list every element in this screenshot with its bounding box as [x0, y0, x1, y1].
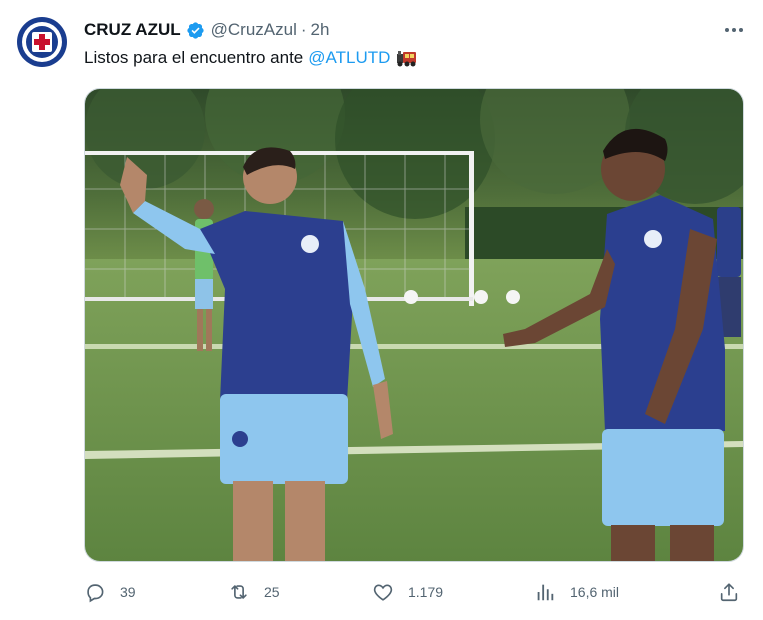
reply-button[interactable]: 39	[84, 578, 136, 606]
share-button[interactable]	[718, 578, 740, 606]
retweet-count: 25	[264, 584, 280, 600]
tweet-body-text: Listos para el encuentro ante	[84, 48, 304, 67]
tweet-card[interactable]: CRUZ AZUL @CruzAzul · 2h Listos para el …	[0, 0, 763, 620]
tweet-header: CRUZ AZUL @CruzAzul · 2h	[84, 19, 329, 41]
tweet-photo[interactable]	[84, 88, 744, 562]
like-button[interactable]: 1.179	[372, 578, 443, 606]
analytics-bar-icon	[537, 584, 554, 601]
share-icon	[720, 583, 738, 602]
views-count: 16,6 mil	[570, 584, 620, 600]
avatar[interactable]	[17, 17, 67, 67]
like-count: 1.179	[408, 584, 444, 600]
cruz-azul-crest-icon	[22, 22, 62, 62]
tweet-text: Listos para el encuentro ante @ATLUTD	[84, 48, 418, 68]
verified-badge-icon	[187, 21, 204, 39]
separator-dot: ·	[300, 20, 307, 39]
reply-count: 39	[120, 584, 136, 600]
account-name[interactable]: CRUZ AZUL	[84, 20, 181, 40]
account-handle[interactable]: @CruzAzul	[211, 20, 297, 40]
views-button[interactable]: 16,6 mil	[534, 578, 619, 606]
heart-icon	[373, 584, 393, 601]
more-options-button[interactable]	[724, 20, 744, 40]
more-dot-icon	[725, 28, 729, 32]
retweet-button[interactable]: 25	[228, 578, 280, 606]
training-photo	[85, 89, 743, 561]
more-dot-icon	[732, 28, 736, 32]
tweet-timestamp[interactable]: 2h	[311, 20, 330, 40]
retweet-icon	[231, 585, 247, 599]
reply-icon	[87, 584, 104, 603]
train-icon	[397, 51, 417, 67]
more-dot-icon	[739, 28, 743, 32]
mention-link[interactable]: @ATLUTD	[308, 48, 390, 68]
tweet-actions-bar: 39 25 1.179 16,6 mil	[84, 578, 744, 608]
